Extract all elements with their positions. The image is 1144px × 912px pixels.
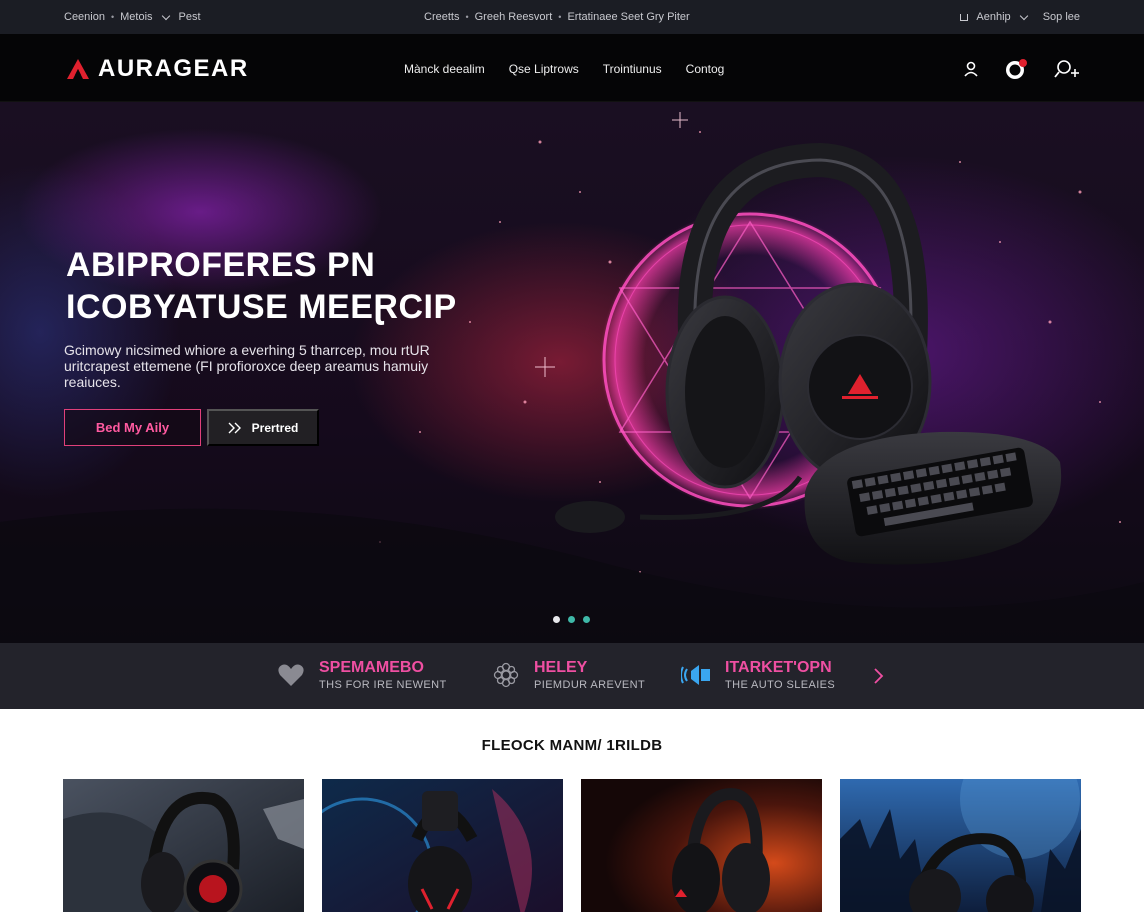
nav-links: Mànck deealim Qse Liptrows Trointiunus C… bbox=[404, 62, 724, 76]
region-selector[interactable]: Aenhip bbox=[976, 11, 1010, 23]
separator-dot: • bbox=[465, 12, 469, 22]
separator-dot: • bbox=[558, 12, 562, 22]
utility-center-2[interactable]: Greeh Reesvort bbox=[475, 11, 553, 23]
utility-bar: Ceenion • Metois Pest Creetts • Greeh Re… bbox=[0, 0, 1144, 34]
user-icon[interactable] bbox=[964, 61, 978, 77]
separator-dot: • bbox=[110, 12, 115, 22]
avatar-badge-icon[interactable] bbox=[1004, 58, 1028, 80]
utility-center-3[interactable]: Ertatinaee Seet Gry Piter bbox=[567, 11, 689, 23]
feature-title-2: HELEY bbox=[534, 659, 588, 676]
carousel-dots bbox=[553, 616, 590, 623]
search-plus-icon[interactable] bbox=[1054, 59, 1080, 79]
chevron-right-icon[interactable] bbox=[872, 667, 884, 685]
feature-item-3[interactable]: ITARKET'OPN THE AUTO SLEAIES bbox=[681, 659, 835, 691]
brand-name: AURAGEAR bbox=[98, 55, 249, 82]
carousel-dot-3[interactable] bbox=[583, 616, 590, 623]
product-card[interactable] bbox=[581, 779, 822, 912]
utility-link-1[interactable]: Ceenion bbox=[64, 11, 105, 23]
feature-item-2[interactable]: HELEY PIEMDUR AREVENT bbox=[492, 659, 645, 691]
headset-keyboard-image bbox=[555, 142, 1062, 565]
utility-right-link[interactable]: Sop lee bbox=[1043, 11, 1080, 23]
utility-center-1[interactable]: Creetts bbox=[424, 11, 459, 23]
products-section: FLEOCK MANM/ 1RILDB bbox=[0, 709, 1144, 912]
product-image bbox=[322, 779, 563, 912]
hero-description: Gcimowy nicsimed whiore a everhing 5 tha… bbox=[64, 342, 430, 390]
hero-title-line-1: ABIPROFERES PN bbox=[66, 246, 376, 284]
brand-logo[interactable]: AURAGEAR bbox=[66, 55, 249, 83]
nav-link-1[interactable]: Mànck deealim bbox=[404, 62, 485, 76]
utility-left: Ceenion • Metois Pest bbox=[64, 11, 201, 23]
double-chevron-right-icon bbox=[228, 422, 241, 433]
main-nav: AURAGEAR Mànck deealim Qse Liptrows Troi… bbox=[0, 34, 1144, 102]
feature-item-1[interactable]: SPEMAMEBO THS FOR IRE NEWENT bbox=[277, 659, 447, 691]
product-card[interactable] bbox=[63, 779, 304, 912]
hero-banner: ABIPROFERES PN ICOBYATUSE MEEⱤCIP Gcimow… bbox=[0, 102, 1144, 643]
chevron-down-icon[interactable] bbox=[1019, 11, 1028, 20]
primary-cta-button[interactable]: Bed My Aily bbox=[64, 409, 201, 446]
feature-subtitle-3: THE AUTO SLEAIES bbox=[725, 679, 836, 691]
feature-strip: SPEMAMEBO THS FOR IRE NEWENT HELEY PIEMD… bbox=[0, 643, 1144, 709]
carousel-dot-2[interactable] bbox=[568, 616, 575, 623]
hero-title: ABIPROFERES PN ICOBYATUSE MEEⱤCIP bbox=[66, 244, 506, 328]
product-image bbox=[581, 779, 822, 912]
nav-link-3[interactable]: Trointiunus bbox=[603, 62, 662, 76]
heart-icon bbox=[278, 664, 304, 686]
secondary-cta-label: Prertred bbox=[251, 420, 299, 435]
feature-subtitle-2: PIEMDUR AREVENT bbox=[534, 679, 646, 691]
hero-title-line-2: ICOBYATUSE MEEⱤCIP bbox=[66, 288, 457, 326]
product-image bbox=[840, 779, 1081, 912]
feature-title-1: SPEMAMEBO bbox=[319, 659, 424, 676]
nav-link-2[interactable]: Qse Liptrows bbox=[509, 62, 579, 76]
feature-subtitle-1: THS FOR IRE NEWENT bbox=[319, 679, 447, 691]
chevron-down-icon[interactable] bbox=[161, 11, 170, 20]
section-title: FLEOCK MANM/ 1RILDB bbox=[481, 737, 663, 754]
feature-title-3: ITARKET'OPN bbox=[725, 659, 832, 676]
speaker-icon bbox=[681, 665, 710, 685]
product-card[interactable] bbox=[840, 779, 1081, 912]
logo-mark-icon bbox=[67, 59, 89, 79]
nav-icons bbox=[964, 58, 1080, 80]
utility-link-3[interactable]: Pest bbox=[179, 11, 201, 23]
carousel-dot-1[interactable] bbox=[553, 616, 560, 623]
utility-right: Aenhip Sop lee bbox=[960, 11, 1080, 23]
product-card[interactable] bbox=[322, 779, 563, 912]
utility-center: Creetts • Greeh Reesvort • Ertatinaee Se… bbox=[424, 11, 690, 23]
product-image bbox=[63, 779, 304, 912]
secondary-cta-button[interactable]: Prertred bbox=[207, 409, 319, 446]
gear-flower-icon bbox=[493, 662, 519, 688]
region-icon bbox=[960, 13, 969, 21]
utility-link-2[interactable]: Metois bbox=[120, 11, 152, 23]
nav-link-4[interactable]: Contog bbox=[686, 62, 725, 76]
